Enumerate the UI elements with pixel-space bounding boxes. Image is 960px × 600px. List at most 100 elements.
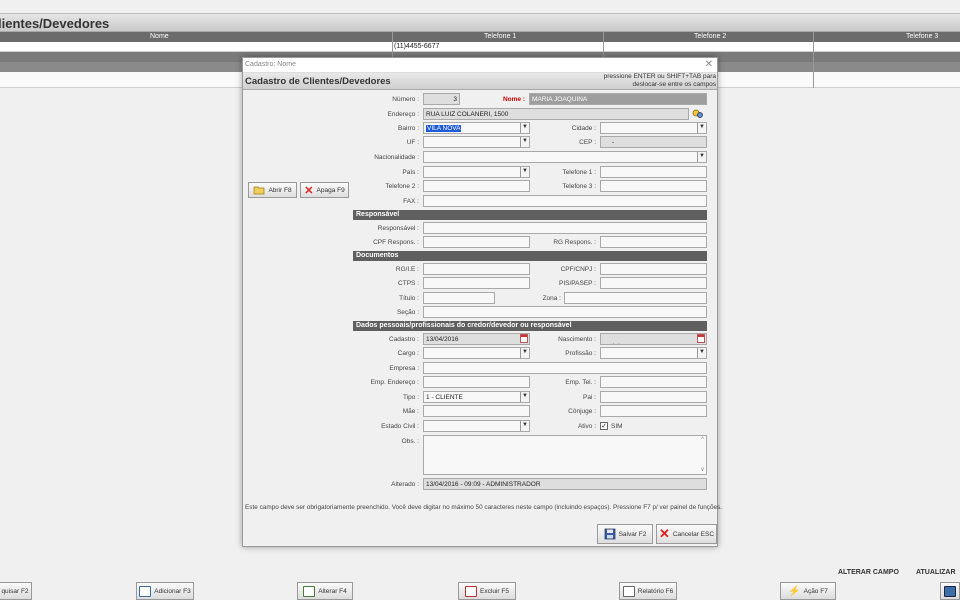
salvar-button[interactable]: Salvar F2 bbox=[597, 524, 653, 544]
delete-x-icon: ✕ bbox=[304, 184, 314, 197]
pai-field[interactable] bbox=[600, 391, 707, 403]
nascimento-date-field[interactable]: / / bbox=[600, 333, 707, 345]
numero-field[interactable]: 3 bbox=[423, 93, 460, 105]
cpf-label: CPF/CNPJ : bbox=[560, 266, 596, 273]
telefone1-field[interactable] bbox=[600, 166, 707, 178]
cancelar-button[interactable]: ✕ Cancelar ESC bbox=[656, 524, 717, 544]
uf-select[interactable]: ▼ bbox=[423, 136, 530, 148]
emp-tel-field[interactable] bbox=[600, 376, 707, 388]
alterado-field[interactable]: 13/04/2016 - 09:09 - ADMINISTRADOR bbox=[423, 478, 707, 490]
emp-endereco-label: Emp. Endereço : bbox=[370, 379, 419, 386]
profissao-label: Profissão : bbox=[565, 350, 596, 357]
nacionalidade-label: Nacionalidade : bbox=[374, 154, 419, 161]
chevron-down-icon[interactable]: ▼ bbox=[520, 348, 529, 358]
emp-endereco-field[interactable] bbox=[423, 376, 530, 388]
rg-label: RG/I.E : bbox=[395, 266, 419, 273]
tipo-select[interactable]: 1 - CLIENTE ▼ bbox=[423, 391, 530, 403]
cep-field[interactable]: - bbox=[600, 136, 707, 148]
mae-field[interactable] bbox=[423, 405, 530, 417]
relatorio-button[interactable]: Relatório F6 bbox=[619, 582, 677, 600]
column-divider bbox=[813, 32, 814, 88]
exit-icon bbox=[944, 585, 956, 597]
nome-field[interactable]: MARIA JOAQUINA bbox=[529, 93, 707, 105]
bairro-label: Bairro : bbox=[398, 125, 419, 132]
secao-label: Seção : bbox=[396, 309, 419, 316]
help-message: Este campo deve ser obrigatoriamente pre… bbox=[245, 504, 723, 511]
chevron-down-icon[interactable]: ▼ bbox=[520, 421, 529, 431]
telefone2-field[interactable] bbox=[423, 180, 530, 192]
cpf-responsavel-field[interactable] bbox=[423, 236, 530, 248]
conjuge-label: Cônjuge : bbox=[568, 408, 596, 415]
acao-button[interactable]: ⚡ Ação F7 bbox=[780, 582, 836, 600]
dialog-titlebar[interactable]: Cadastro: Nome ✕ bbox=[243, 58, 717, 73]
scroll-down-icon[interactable]: v bbox=[701, 467, 704, 473]
calendar-icon[interactable] bbox=[520, 334, 528, 343]
bairro-select[interactable]: VILA NOVA ▼ bbox=[423, 122, 530, 134]
map-pin-icon[interactable] bbox=[692, 109, 704, 119]
cidade-select[interactable]: ▼ bbox=[600, 122, 707, 134]
cancel-x-icon: ✕ bbox=[658, 526, 670, 541]
titulo-field[interactable] bbox=[423, 292, 495, 304]
grid-row[interactable]: (11)4455-6677 bbox=[0, 42, 960, 52]
telefone3-label: Telefone 3 : bbox=[562, 183, 596, 190]
column-header-nome[interactable]: Nome bbox=[150, 33, 169, 40]
relatorio-label: Relatório F6 bbox=[637, 587, 674, 595]
column-header-telefone1[interactable]: Telefone 1 bbox=[484, 33, 516, 40]
chevron-down-icon[interactable]: ▼ bbox=[697, 348, 706, 358]
chevron-down-icon[interactable]: ▼ bbox=[520, 123, 529, 133]
endereco-label: Endereço : bbox=[387, 111, 419, 118]
abrir-button[interactable]: Abrir F8 bbox=[248, 182, 297, 198]
nascimento-value: / / bbox=[610, 343, 619, 344]
obs-textarea[interactable]: ^ v bbox=[423, 435, 707, 475]
telefone3-field[interactable] bbox=[600, 180, 707, 192]
cargo-select[interactable]: ▼ bbox=[423, 347, 530, 359]
zona-label: Zona : bbox=[542, 295, 561, 302]
excluir-label: Excluir F5 bbox=[480, 587, 509, 595]
ativo-checkbox[interactable]: ✓ bbox=[600, 422, 608, 430]
chevron-down-icon[interactable]: ▼ bbox=[520, 392, 529, 402]
scroll-up-icon[interactable]: ^ bbox=[701, 437, 704, 443]
toolbar-extra-button[interactable] bbox=[940, 582, 960, 600]
dialog-header-title: Cadastro de Clientes/Devedores bbox=[245, 76, 391, 87]
alterar-button[interactable]: Alterar F4 bbox=[297, 582, 353, 600]
rg-responsavel-label: RG Respons. : bbox=[553, 239, 596, 246]
empresa-field[interactable] bbox=[423, 362, 707, 374]
ctps-field[interactable] bbox=[423, 277, 530, 289]
secao-field[interactable] bbox=[423, 306, 707, 318]
zona-field[interactable] bbox=[564, 292, 707, 304]
adicionar-label: Adicionar F3 bbox=[154, 587, 191, 595]
nascimento-label: Nascimento : bbox=[558, 336, 596, 343]
conjuge-field[interactable] bbox=[600, 405, 707, 417]
chevron-down-icon[interactable]: ▼ bbox=[520, 167, 529, 177]
profissao-select[interactable]: ▼ bbox=[600, 347, 707, 359]
endereco-field[interactable]: RUA LUIZ COLANERI, 1500 bbox=[423, 108, 689, 120]
mae-label: Mãe : bbox=[402, 408, 419, 415]
rg-field[interactable] bbox=[423, 263, 530, 275]
pis-field[interactable] bbox=[600, 277, 707, 289]
chevron-down-icon[interactable]: ▼ bbox=[697, 123, 706, 133]
column-header-telefone3[interactable]: Telefone 3 bbox=[906, 33, 938, 40]
atualizar-link[interactable]: ATUALIZAR bbox=[916, 569, 956, 576]
tipo-label: Tipo : bbox=[402, 394, 419, 401]
fax-field[interactable] bbox=[423, 195, 707, 207]
pais-select[interactable]: ▼ bbox=[423, 166, 530, 178]
adicionar-button[interactable]: Adicionar F3 bbox=[136, 582, 194, 600]
calendar-icon[interactable] bbox=[697, 334, 705, 343]
close-icon[interactable]: ✕ bbox=[705, 59, 713, 70]
responsavel-field[interactable] bbox=[423, 222, 707, 234]
rg-responsavel-field[interactable] bbox=[600, 236, 707, 248]
cadastro-date-field[interactable]: 13/04/2016 bbox=[423, 333, 530, 345]
estado-civil-select[interactable]: ▼ bbox=[423, 420, 530, 432]
chevron-down-icon[interactable]: ▼ bbox=[520, 137, 529, 147]
report-icon bbox=[622, 585, 635, 597]
alterar-campo-link[interactable]: ALTERAR CAMPO bbox=[838, 569, 899, 576]
apaga-button[interactable]: ✕ Apaga F9 bbox=[300, 182, 349, 198]
column-header-telefone2[interactable]: Telefone 2 bbox=[694, 33, 726, 40]
pesquisar-button[interactable]: quisar F2 bbox=[0, 582, 32, 600]
chevron-down-icon[interactable]: ▼ bbox=[697, 152, 706, 162]
nacionalidade-select[interactable]: ▼ bbox=[423, 151, 707, 163]
excluir-button[interactable]: Excluir F5 bbox=[458, 582, 516, 600]
uf-label: UF : bbox=[406, 139, 419, 146]
save-icon bbox=[604, 528, 615, 540]
cpf-field[interactable] bbox=[600, 263, 707, 275]
